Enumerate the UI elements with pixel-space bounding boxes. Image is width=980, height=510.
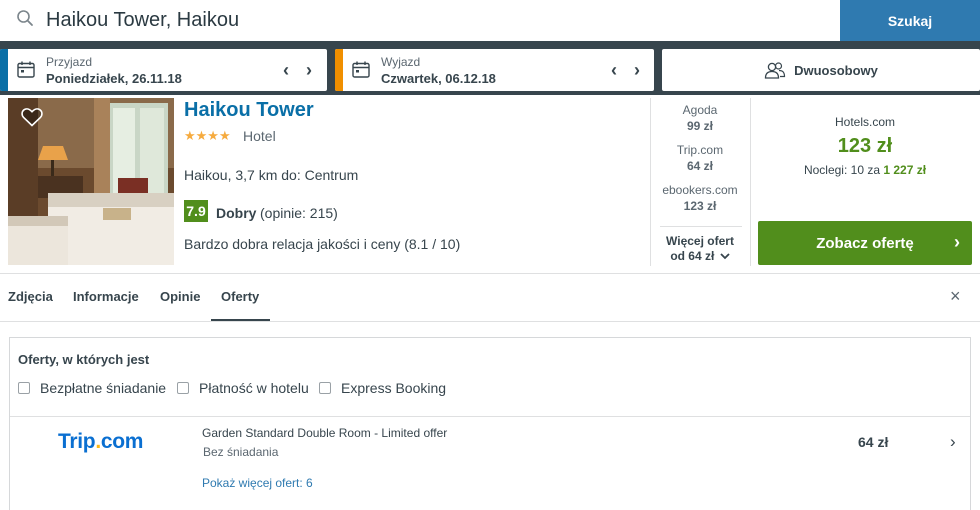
best-offer-site: Hotels.com [834,115,896,129]
filter-label: Express Booking [341,380,447,396]
offer-ebookers[interactable]: ebookers.com 123 zł [650,183,750,213]
view-deal-label: Zobacz ofertę [816,234,914,252]
room-type-label: Dwuosobowy [794,62,878,78]
top-bar: Haikou Tower, Haikou Szukaj [0,0,980,41]
checkout-date-field[interactable]: Wyjazd Czwartek, 06.12.18 ‹ › [335,49,654,91]
hotel-name[interactable]: Haikou Tower [184,99,314,122]
checkbox[interactable] [18,382,30,394]
divider [0,321,980,322]
divider [660,226,742,227]
chevron-right-icon: › [954,232,960,252]
checkin-value: Poniedziałek, 26.11.18 [46,71,182,86]
divider [0,273,980,274]
deal-price[interactable]: 64 zł [858,434,888,450]
star-rating-icon: ★★★★ [184,128,231,143]
hotel-type: Hotel [243,128,276,144]
tab-deals[interactable]: Oferty [221,289,259,304]
chevron-right-icon[interactable]: › [950,432,956,452]
deals-panel: Oferty, w których jest Bezpłatne śniadan… [9,337,971,510]
checkout-accent [335,49,343,91]
offer-price: 64 zł [686,159,713,173]
checkout-arrows[interactable]: ‹ › [611,60,646,81]
filter-pay-at-hotel[interactable]: Płatność w hotelu [177,380,309,396]
rating-badge: 7.9 [184,200,208,222]
close-icon[interactable]: × [950,286,961,307]
checkin-arrows[interactable]: ‹ › [283,60,318,81]
offer-price: 123 zł [683,199,717,213]
hotel-card: Haikou Tower ★★★★ Hotel Haikou, 3,7 km d… [0,95,980,510]
offer-price: 99 zł [686,119,713,133]
deal-room-name[interactable]: Garden Standard Double Room - Limited of… [202,426,447,440]
hotel-photo[interactable] [8,98,174,265]
favorite-heart-icon[interactable] [21,107,43,127]
tripcom-logo[interactable]: Trip.com [58,430,143,454]
best-offer-nights: Noclegi: 10 za 1 227 zł [758,163,972,177]
value-for-money: Bardzo dobra relacja jakości i ceny (8.1… [184,236,461,252]
tab-info[interactable]: Informacje [73,289,139,304]
checkbox[interactable] [177,382,189,394]
filter-express-booking[interactable]: Express Booking [319,380,446,396]
room-type-selector[interactable]: Dwuosobowy [662,49,980,91]
divider [10,416,970,417]
divider [750,98,751,266]
rating-count[interactable]: (opinie: 215) [260,205,338,221]
offer-site: ebookers.com [662,183,738,197]
deal-meal: Bez śniadania [203,445,279,459]
more-offers-button[interactable]: Więcej ofert od 64 zł [650,234,750,264]
calendar-icon [17,61,35,78]
more-offers-label: Więcej ofert [666,234,734,248]
filter-label: Bezpłatne śniadanie [40,380,167,396]
rating-word: Dobry [216,205,257,221]
tab-reviews[interactable]: Opinie [160,289,200,304]
checkbox[interactable] [319,382,331,394]
offer-site: Agoda [682,103,718,117]
users-icon [764,62,786,79]
deals-filter-title: Oferty, w których jest [18,352,150,367]
checkin-date-field[interactable]: Przyjazd Poniedziałek, 26.11.18 ‹ › [0,49,327,91]
checkin-accent [0,49,8,91]
search-query[interactable]: Haikou Tower, Haikou [46,9,239,32]
offer-tripcom[interactable]: Trip.com 64 zł [650,143,750,173]
search-icon [16,9,34,32]
hotel-location[interactable]: Haikou, 3,7 km do: Centrum [184,167,358,183]
offer-site: Trip.com [676,143,724,157]
view-deal-button[interactable]: Zobacz ofertę › [758,221,972,265]
filter-label: Płatność w hotelu [199,380,309,396]
offer-agoda[interactable]: Agoda 99 zł [650,103,750,133]
calendar-icon [352,61,370,78]
checkout-value: Czwartek, 06.12.18 [381,71,496,86]
checkout-label: Wyjazd [381,55,421,69]
more-offers-price: od 64 zł [670,249,715,263]
show-more-offers-link[interactable]: Pokaż więcej ofert: 6 [202,476,313,490]
search-input[interactable]: Haikou Tower, Haikou [0,0,840,41]
date-bar: Przyjazd Poniedziałek, 26.11.18 ‹ › Wyja… [0,41,980,95]
tab-photos[interactable]: Zdjęcia [8,289,53,304]
nights-total: 1 227 zł [883,163,927,177]
nights-prefix: Noclegi: 10 za [803,163,880,177]
chevron-down-icon [720,253,730,260]
best-offer-price[interactable]: 123 zł [758,135,972,158]
filter-free-breakfast[interactable]: Bezpłatne śniadanie [18,380,166,396]
checkin-label: Przyjazd [46,55,93,69]
search-button[interactable]: Szukaj [840,0,980,41]
